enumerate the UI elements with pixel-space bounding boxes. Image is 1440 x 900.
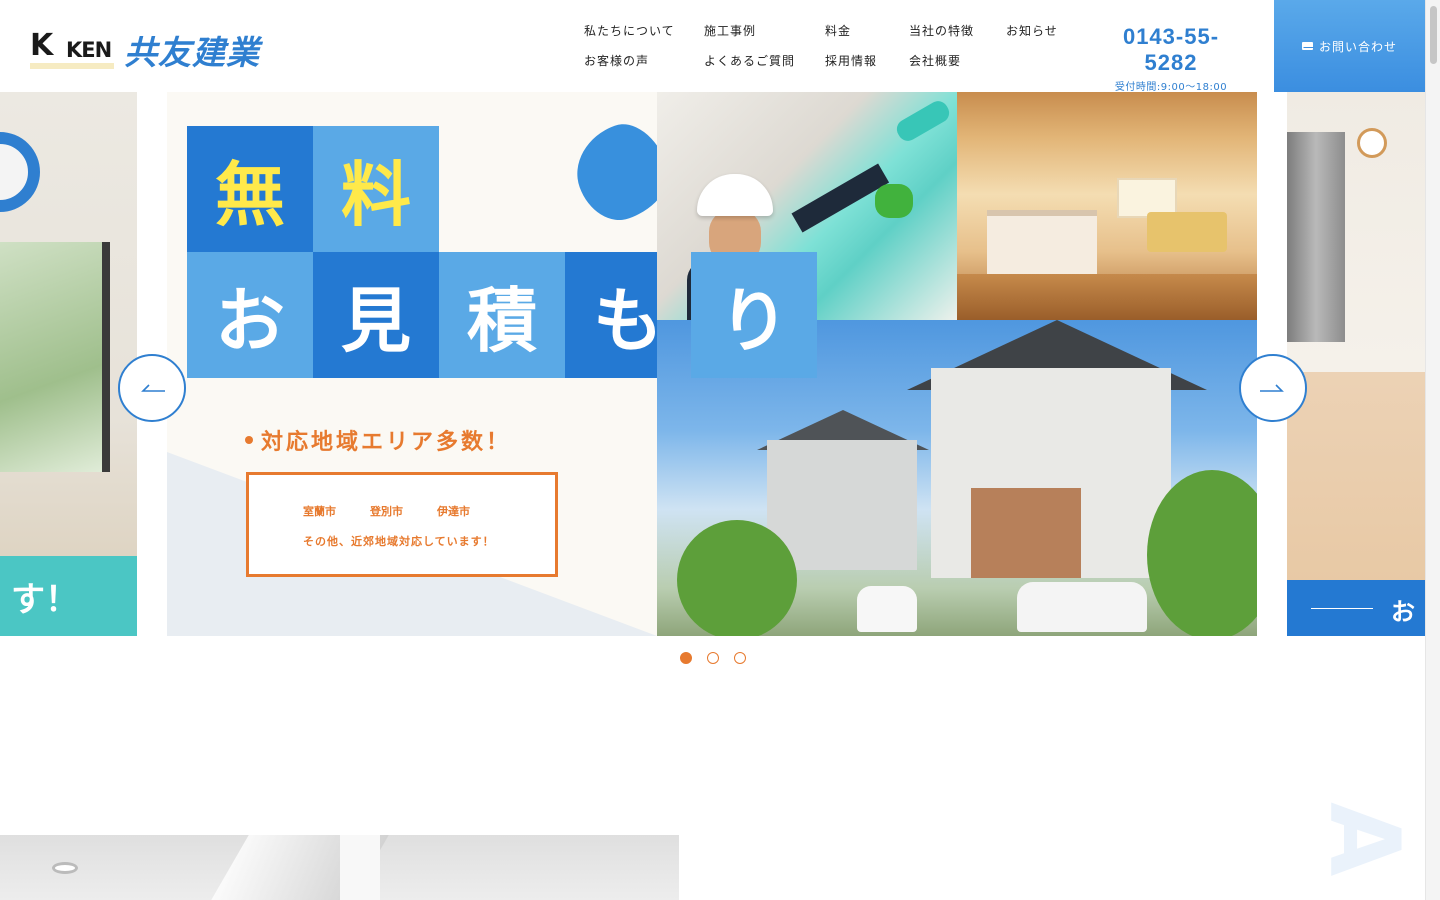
city-list: 室蘭市 登別市 伊達市 — [303, 503, 470, 519]
ceiling-light — [52, 862, 78, 874]
car-white — [1017, 582, 1147, 632]
global-nav: 私たちについて 施工事例 料金 当社の特徴 お知らせ お客様の声 よくあるご質問… — [584, 22, 1076, 70]
area-title-text: 対応地域エリア多数！ — [261, 430, 512, 455]
mail-icon — [1301, 42, 1314, 50]
city-muroran: 室蘭市 — [303, 505, 336, 518]
nav-news[interactable]: お知らせ — [1006, 22, 1076, 40]
bullet-dot — [245, 436, 253, 444]
tile-ri: り — [691, 252, 817, 378]
prev-slide-banner: す！ — [0, 556, 137, 636]
slider-pagination — [680, 652, 746, 664]
slider-prev-button[interactable] — [118, 354, 186, 422]
nav-features[interactable]: 当社の特徴 — [909, 22, 1006, 40]
site-logo[interactable]: K KEN 共友建業 — [30, 26, 260, 74]
fridge-graphic — [1287, 132, 1345, 342]
slide-active[interactable]: 無 料 お 見 積 も り 対応地域エリア多数！ 室蘭市 登別市 伊達市 その他… — [167, 92, 1257, 636]
paint-roller-graphic — [893, 97, 953, 145]
contact-label: お問い合わせ — [1318, 39, 1397, 54]
area-title: 対応地域エリア多数！ — [245, 424, 511, 456]
tile-ryo-text: 料 — [341, 153, 411, 236]
slider-dot-1[interactable] — [680, 652, 692, 664]
slider-dot-3[interactable] — [734, 652, 746, 664]
window-image — [0, 242, 110, 472]
tile-tsumo: 積 — [439, 252, 565, 378]
nav-faq[interactable]: よくあるご質問 — [704, 52, 825, 70]
house-wood-panel — [971, 488, 1081, 578]
logo-mark: K KEN — [30, 31, 114, 69]
nav-works[interactable]: 施工事例 — [704, 22, 825, 40]
sofa-graphic — [1147, 212, 1227, 252]
city-date: 伊達市 — [437, 505, 470, 518]
nav-recruit[interactable]: 採用情報 — [825, 52, 909, 70]
nav-price[interactable]: 料金 — [825, 22, 909, 40]
about-section-photo — [0, 835, 679, 900]
arrow-left-icon — [141, 384, 165, 392]
tile-mu: 無 — [187, 126, 313, 252]
nav-voice[interactable]: お客様の声 — [584, 52, 704, 70]
tree-left — [677, 520, 797, 636]
area-note: その他、近郊地域対応しています！ — [303, 535, 495, 548]
prev-slide-banner-text: す！ — [11, 579, 79, 620]
clock-icon — [1357, 128, 1387, 158]
slider-next-button[interactable] — [1239, 354, 1307, 422]
house-front — [931, 368, 1171, 578]
logo-k: K — [30, 28, 54, 63]
tile-mi: 見 — [313, 252, 439, 378]
business-hours: 受付時間:9:00〜18:00 — [1114, 82, 1228, 93]
logo-stripe — [30, 63, 114, 69]
wood-floor — [957, 274, 1257, 320]
phone-number[interactable]: 0143-55-5282 — [1098, 24, 1244, 76]
nav-about[interactable]: 私たちについて — [584, 22, 704, 40]
site-header: K KEN 共友建業 私たちについて 施工事例 料金 当社の特徴 お知らせ お客… — [0, 0, 1425, 93]
arrow-right-icon — [1260, 384, 1284, 392]
slide-prev-partial[interactable]: す！ — [0, 92, 137, 636]
tile-o: お — [187, 252, 313, 378]
phone-block[interactable]: 0143-55-5282 受付時間:9:00〜18:00 — [1098, 24, 1244, 93]
next-slide-banner-text: お — [1391, 598, 1415, 626]
logo-ken: KEN — [66, 38, 112, 62]
helmet-graphic — [697, 174, 773, 216]
slide-next-partial[interactable]: お — [1287, 92, 1425, 636]
car-small — [857, 586, 917, 632]
page: K KEN 共友建業 私たちについて 施工事例 料金 当社の特徴 お知らせ お客… — [0, 0, 1440, 900]
ceiling-beam-2 — [340, 835, 380, 900]
page-scrollbar[interactable] — [1425, 0, 1440, 900]
banner-line — [1311, 608, 1373, 609]
city-noboribetsu: 登別市 — [370, 505, 403, 518]
section-bg-text: A — [1308, 802, 1416, 873]
glove-graphic — [875, 184, 913, 218]
circle-graphic — [0, 132, 40, 212]
tile-ryo: 料 — [313, 126, 439, 252]
tile-mu-text: 無 — [215, 153, 285, 236]
slider-dot-2[interactable] — [707, 652, 719, 664]
area-box: 室蘭市 登別市 伊達市 その他、近郊地域対応しています！ — [246, 472, 558, 577]
interior-photo — [957, 92, 1257, 320]
cabinet-graphic — [1287, 372, 1425, 582]
scrollbar-thumb[interactable] — [1430, 6, 1437, 64]
nav-company[interactable]: 会社概要 — [909, 52, 1006, 70]
contact-button[interactable]: お問い合わせ — [1274, 0, 1425, 92]
logo-company-name: 共友建業 — [124, 33, 260, 72]
next-slide-banner: お — [1287, 580, 1425, 636]
